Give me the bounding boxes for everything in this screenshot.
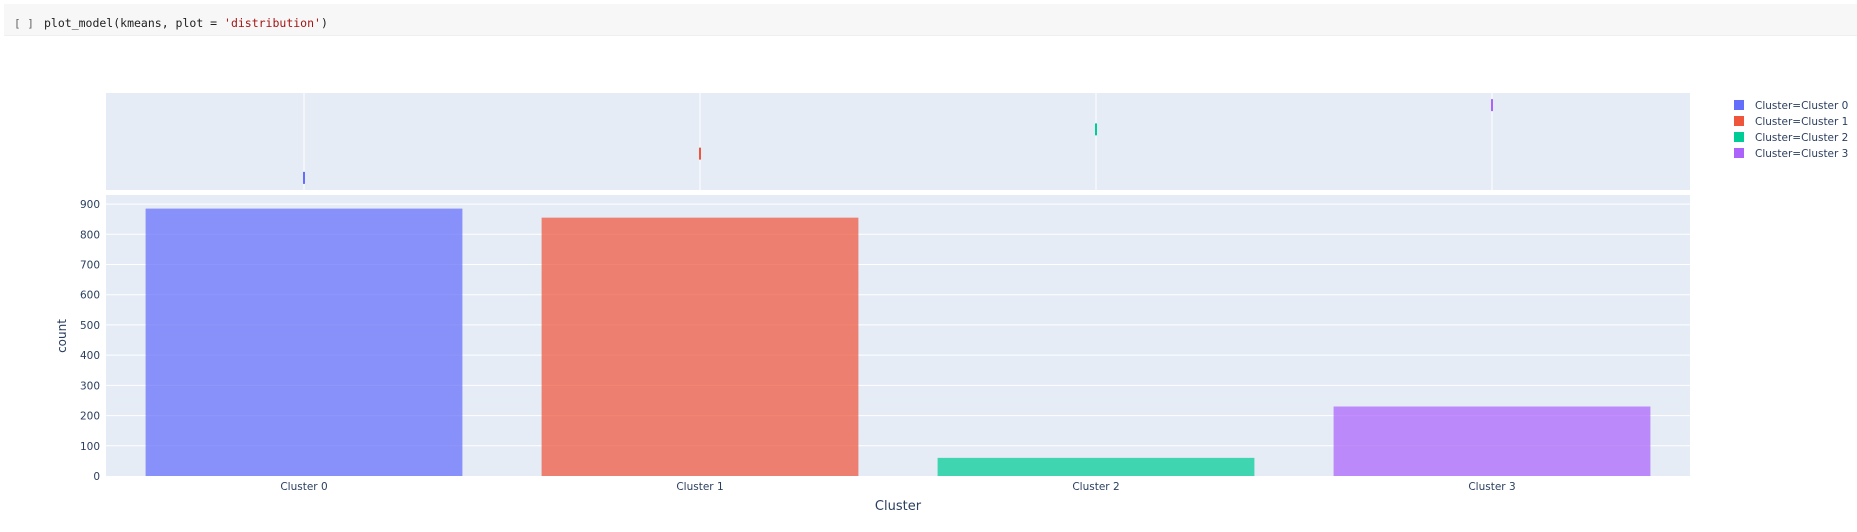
x-tick-label: Cluster 3 [1468, 481, 1515, 493]
x-tick-label: Cluster 0 [280, 481, 327, 493]
y-tick-label: 600 [80, 290, 100, 302]
legend-label: Cluster=Cluster 3 [1755, 148, 1848, 160]
x-tick-label: Cluster 2 [1072, 481, 1119, 493]
y-tick-label: 0 [93, 471, 100, 483]
y-tick-label: 700 [80, 259, 100, 271]
distribution-chart: 0 100 200 300 400 500 600 700 800 900 Cluster 0 Cl… [55, 93, 1848, 514]
x-axis-title: Cluster [875, 499, 922, 514]
y-tick-label: 300 [80, 380, 100, 392]
legend-item[interactable]: Cluster=Cluster 3 [1734, 148, 1848, 160]
legend-swatch [1734, 132, 1744, 142]
legend-item[interactable]: Cluster=Cluster 1 [1734, 116, 1848, 128]
bar-cluster-0[interactable] [145, 208, 463, 476]
legend-label: Cluster=Cluster 0 [1755, 100, 1848, 112]
legend-label: Cluster=Cluster 2 [1755, 132, 1848, 144]
bar-cluster-1[interactable] [541, 217, 859, 476]
legend-swatch [1734, 116, 1744, 126]
y-axis-title: count [55, 319, 69, 353]
legend: Cluster=Cluster 0 Cluster=Cluster 1 Cluste… [1734, 100, 1848, 160]
legend-item[interactable]: Cluster=Cluster 2 [1734, 132, 1848, 144]
y-tick-label: 800 [80, 229, 100, 241]
legend-swatch [1734, 100, 1744, 110]
y-tick-label: 900 [80, 199, 100, 211]
x-tick-label: Cluster 1 [676, 481, 723, 493]
y-tick-label: 200 [80, 411, 100, 423]
bar-cluster-3[interactable] [1333, 406, 1651, 476]
legend-swatch [1734, 148, 1744, 158]
y-tick-label: 400 [80, 350, 100, 362]
legend-label: Cluster=Cluster 1 [1755, 116, 1848, 128]
bar-cluster-2[interactable] [937, 457, 1255, 476]
y-tick-label: 500 [80, 320, 100, 332]
y-tick-label: 100 [80, 441, 100, 453]
rug-plot-area [106, 93, 1690, 190]
legend-item[interactable]: Cluster=Cluster 0 [1734, 100, 1848, 112]
